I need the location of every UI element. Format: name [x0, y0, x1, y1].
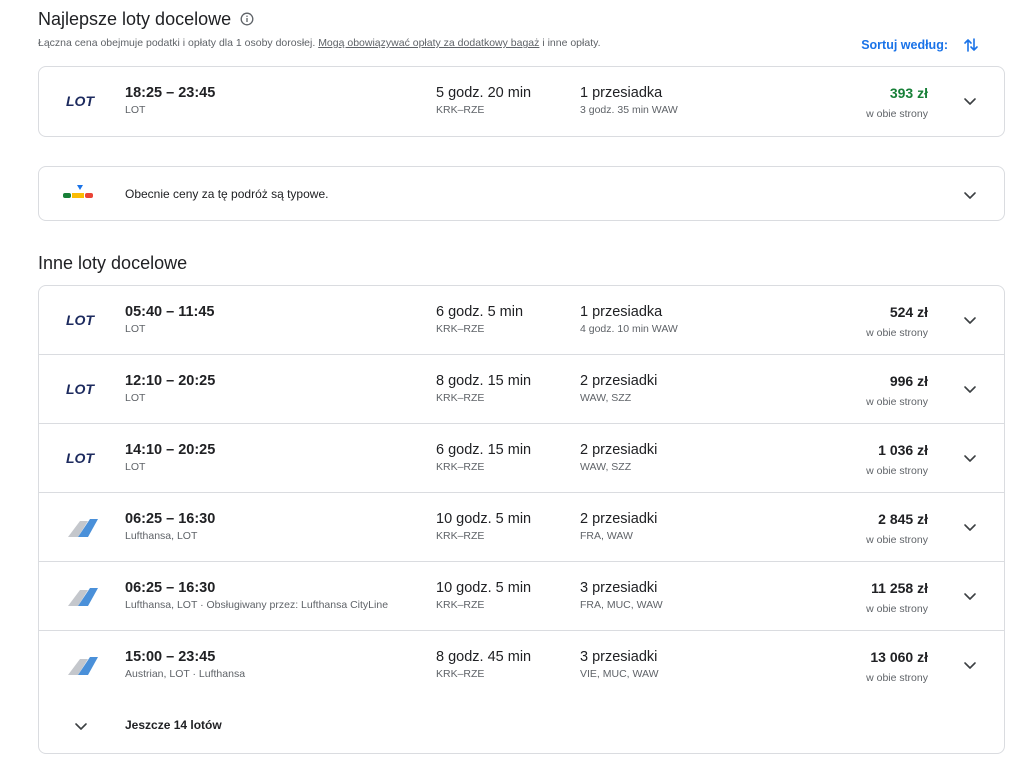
flight-airline: LOT: [125, 392, 146, 404]
info-icon[interactable]: [240, 10, 254, 31]
sort-icon[interactable]: [960, 34, 982, 56]
svg-text:LOT: LOT: [66, 382, 95, 396]
flight-route: KRK–RZE: [436, 392, 485, 404]
multi-airline-logo: [63, 584, 103, 608]
other-flights-title: Inne loty docelowe: [38, 253, 188, 273]
expand-chevron-icon[interactable]: [962, 450, 978, 466]
sort-control[interactable]: Sortuj według:: [861, 34, 982, 56]
expand-chevron-icon[interactable]: [962, 588, 978, 604]
flight-price: 996 zł: [889, 373, 928, 389]
multi-airline-logo: [63, 515, 103, 539]
flight-price: 393 zł: [889, 85, 928, 101]
flight-duration: 8 godz. 15 min: [436, 373, 532, 389]
flight-stops: 2 przesiadki: [580, 442, 658, 458]
flight-airline: Lufthansa, LOT: [125, 530, 198, 542]
sort-label[interactable]: Sortuj według:: [861, 38, 948, 52]
flight-time: 06:25 – 16:30: [125, 580, 216, 596]
expand-chevron-icon[interactable]: [962, 187, 978, 203]
flight-route: KRK–RZE: [436, 104, 485, 116]
expand-chevron-icon[interactable]: [962, 93, 978, 109]
lot-logo: LOT: [63, 377, 103, 401]
flight-time: 14:10 – 20:25: [125, 442, 216, 458]
flight-stops-detail: VIE, MUC, WAW: [580, 668, 659, 680]
multi-airline-logo: [63, 653, 103, 677]
flight-stops-detail: WAW, SZZ: [580, 461, 632, 473]
expand-chevron-icon[interactable]: [962, 312, 978, 328]
svg-text:LOT: LOT: [66, 313, 95, 327]
flight-row[interactable]: LOT 12:10 – 20:25 LOT 8 godz. 15 min KRK…: [39, 355, 1004, 424]
show-more-row[interactable]: Jeszcze 14 lotów: [39, 700, 1004, 753]
flight-time: 06:25 – 16:30: [125, 511, 216, 527]
flight-price: 13 060 zł: [870, 649, 928, 665]
flight-stops: 2 przesiadki: [580, 373, 658, 389]
flight-row[interactable]: LOT 18:25 – 23:45 LOT 5 godz. 20 min KRK…: [39, 67, 1004, 136]
flight-duration: 10 godz. 5 min: [436, 511, 532, 527]
best-flights-title: Najlepsze loty docelowe: [38, 9, 254, 31]
flight-stops: 1 przesiadka: [580, 85, 663, 101]
flight-stops-detail: FRA, MUC, WAW: [580, 599, 663, 611]
flight-price-note: w obie strony: [866, 534, 928, 546]
flight-time: 05:40 – 11:45: [125, 304, 215, 320]
flight-duration: 5 godz. 20 min: [436, 85, 532, 101]
expand-chevron-icon[interactable]: [962, 519, 978, 535]
flight-stops-detail: 3 godz. 35 min WAW: [580, 104, 678, 116]
flight-time: 15:00 – 23:45: [125, 649, 216, 665]
flight-stops-detail: FRA, WAW: [580, 530, 633, 542]
flight-row[interactable]: LOT 05:40 – 11:45 LOT 6 godz. 5 min KRK–…: [39, 286, 1004, 355]
flight-row[interactable]: 15:00 – 23:45 Austrian, LOT · Lufthansa …: [39, 631, 1004, 700]
flight-stops-detail: 4 godz. 10 min WAW: [580, 323, 678, 335]
flight-route: KRK–RZE: [436, 530, 485, 542]
flight-duration: 6 godz. 5 min: [436, 304, 524, 320]
expand-chevron-icon[interactable]: [962, 381, 978, 397]
flight-price: 11 258 zł: [871, 580, 928, 596]
chevron-down-icon: [73, 718, 89, 739]
flight-duration: 10 godz. 5 min: [436, 580, 532, 596]
price-insight-card[interactable]: Obecnie ceny za tę podróż są typowe.: [38, 166, 1005, 221]
flight-airline: Austrian, LOT · Lufthansa: [125, 668, 246, 680]
flight-route: KRK–RZE: [436, 668, 485, 680]
svg-text:LOT: LOT: [66, 451, 95, 465]
best-flights-list: LOT 18:25 – 23:45 LOT 5 godz. 20 min KRK…: [38, 66, 1005, 137]
price-insight-text: Obecnie ceny za tę podróż są typowe.: [125, 187, 329, 201]
flight-stops: 3 przesiadki: [580, 580, 658, 596]
flight-duration: 6 godz. 15 min: [436, 442, 532, 458]
flight-time: 18:25 – 23:45: [125, 85, 216, 101]
flight-stops-detail: WAW, SZZ: [580, 392, 632, 404]
other-flights-list: LOT 05:40 – 11:45 LOT 6 godz. 5 min KRK–…: [38, 285, 1005, 754]
flight-price: 2 845 zł: [878, 511, 928, 527]
flight-airline: LOT: [125, 323, 146, 335]
lot-logo: LOT: [63, 446, 103, 470]
flight-price-note: w obie strony: [866, 108, 928, 120]
flight-time: 12:10 – 20:25: [125, 373, 216, 389]
flight-airline: Lufthansa, LOT · Obsługiwany przez: Luft…: [125, 599, 389, 611]
price-note: Łączna cena obejmuje podatki i opłaty dl…: [38, 37, 601, 49]
lot-logo: LOT: [63, 308, 103, 332]
flight-duration: 8 godz. 45 min: [436, 649, 532, 665]
lot-logo: LOT: [63, 89, 103, 113]
flight-route: KRK–RZE: [436, 323, 485, 335]
flight-stops: 2 przesiadki: [580, 511, 658, 527]
flight-price-note: w obie strony: [866, 327, 928, 339]
flight-route: KRK–RZE: [436, 461, 485, 473]
flight-price-note: w obie strony: [866, 396, 928, 408]
flight-row[interactable]: LOT 14:10 – 20:25 LOT 6 godz. 15 min KRK…: [39, 424, 1004, 493]
flight-stops: 3 przesiadki: [580, 649, 658, 665]
flight-price-note: w obie strony: [866, 465, 928, 477]
price-level-icon: [63, 183, 97, 201]
svg-text:LOT: LOT: [66, 94, 95, 108]
flight-route: KRK–RZE: [436, 599, 485, 611]
flight-row[interactable]: 06:25 – 16:30 Lufthansa, LOT · Obsługiwa…: [39, 562, 1004, 631]
flight-price-note: w obie strony: [866, 603, 928, 615]
flight-price-note: w obie strony: [866, 672, 928, 684]
flight-stops: 1 przesiadka: [580, 304, 663, 320]
show-more-label: Jeszcze 14 lotów: [125, 718, 222, 732]
flight-airline: LOT: [125, 461, 146, 473]
flight-price: 524 zł: [889, 304, 928, 320]
baggage-fees-link[interactable]: Mogą obowiązywać opłaty za dodatkowy bag…: [318, 37, 539, 49]
flight-price: 1 036 zł: [878, 442, 928, 458]
expand-chevron-icon[interactable]: [962, 657, 978, 673]
flight-row[interactable]: 06:25 – 16:30 Lufthansa, LOT 10 godz. 5 …: [39, 493, 1004, 562]
flight-airline: LOT: [125, 104, 146, 116]
